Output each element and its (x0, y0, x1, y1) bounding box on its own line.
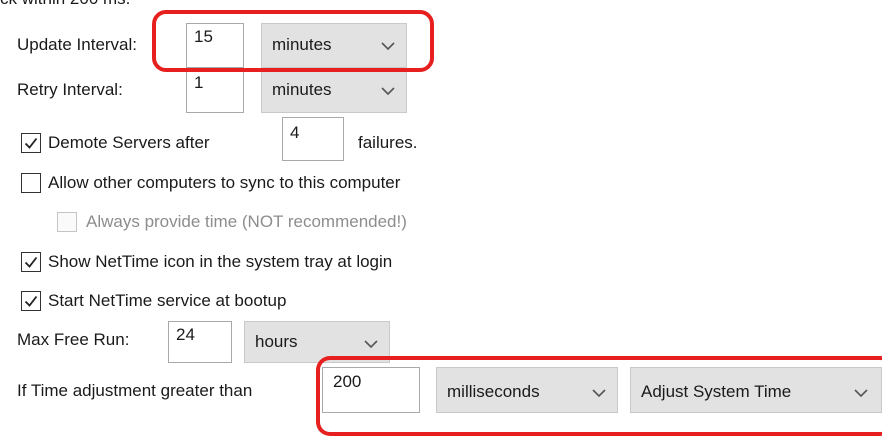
chevron-down-icon (364, 340, 378, 349)
chevron-down-icon (381, 87, 395, 96)
demote-failures-value: 4 (290, 123, 300, 142)
check-mark-icon (24, 137, 38, 149)
update-interval-unit-select[interactable]: minutes (261, 23, 407, 68)
time-adjust-threshold-value: 200 (333, 372, 362, 391)
time-adjust-label: If Time adjustment greater than (17, 381, 253, 400)
chevron-down-icon (381, 42, 395, 51)
max-free-run-input[interactable]: 24 (168, 321, 232, 363)
demote-servers-label: Demote Servers after (48, 133, 210, 152)
update-interval-input[interactable]: 15 (186, 23, 244, 68)
time-adjust-action-value: Adjust System Time (641, 382, 792, 401)
update-interval-label: Update Interval: (17, 35, 138, 54)
check-mark-icon (24, 295, 38, 307)
always-provide-checkbox[interactable] (57, 212, 77, 232)
chevron-down-icon (592, 389, 606, 398)
retry-interval-input[interactable]: 1 (186, 69, 244, 113)
time-adjust-action-select[interactable]: Adjust System Time (630, 367, 882, 413)
update-interval-unit-value: minutes (272, 35, 332, 54)
allow-sync-label: Allow other computers to sync to this co… (48, 173, 401, 192)
time-adjust-unit-value: milliseconds (447, 382, 540, 401)
top-text-fragment-label: ck within 200 ms. (0, 0, 130, 8)
show-icon-label: Show NetTime icon in the system tray at … (48, 252, 393, 271)
max-free-run-value: 24 (176, 325, 195, 344)
allow-sync-checkbox[interactable] (21, 173, 41, 193)
demote-failures-suffix: failures. (358, 133, 418, 152)
retry-interval-unit-value: minutes (272, 80, 332, 99)
chevron-down-icon (854, 389, 868, 398)
start-service-checkbox[interactable] (21, 291, 41, 311)
always-provide-label: Always provide time (NOT recommended!) (86, 212, 407, 231)
retry-interval-value: 1 (194, 73, 204, 92)
show-icon-checkbox[interactable] (21, 252, 41, 272)
demote-failures-input[interactable]: 4 (282, 117, 344, 161)
update-interval-value: 15 (194, 27, 213, 46)
max-free-run-unit-select[interactable]: hours (244, 321, 390, 363)
time-adjust-threshold-input[interactable]: 200 (322, 367, 420, 413)
top-text-fragment: ck within 200 ms. (0, 0, 240, 9)
max-free-run-unit-value: hours (255, 332, 298, 351)
retry-interval-label: Retry Interval: (17, 80, 123, 99)
retry-interval-unit-select[interactable]: minutes (261, 69, 407, 113)
check-mark-icon (24, 256, 38, 268)
start-service-label: Start NetTime service at bootup (48, 291, 287, 310)
time-adjust-unit-select[interactable]: milliseconds (436, 367, 618, 413)
demote-servers-checkbox[interactable] (21, 133, 41, 153)
max-free-run-label: Max Free Run: (17, 330, 130, 349)
